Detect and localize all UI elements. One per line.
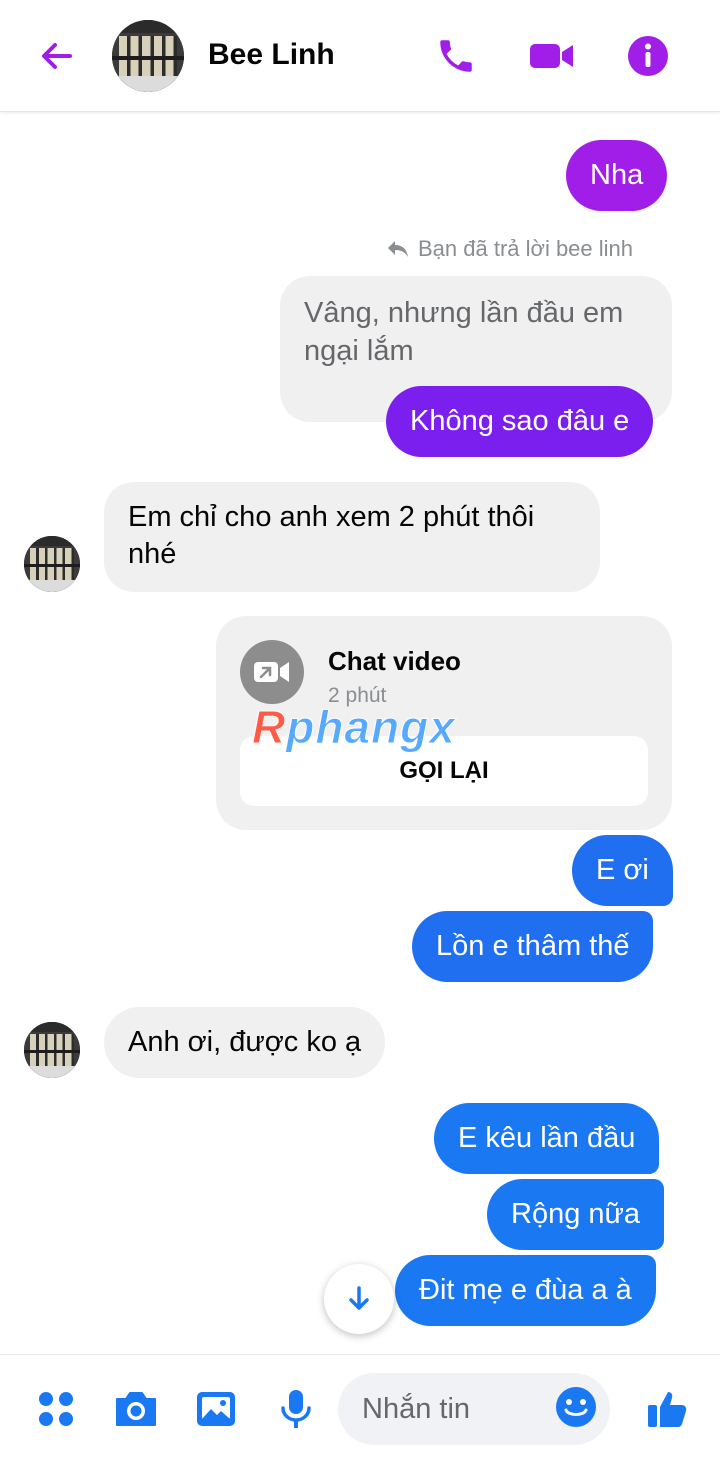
like-button[interactable] [644, 1385, 692, 1433]
gallery-button[interactable] [192, 1385, 240, 1433]
message-bubble-incoming[interactable]: Em chỉ cho anh xem 2 phút thôi nhé [104, 482, 600, 592]
video-camera-icon [530, 44, 573, 68]
info-button[interactable] [624, 32, 672, 80]
message-bubble-outgoing[interactable]: Nha [566, 140, 668, 211]
message-bubble-outgoing[interactable]: Rộng nữa [487, 1179, 665, 1250]
contact-avatar[interactable] [112, 20, 184, 92]
call-title: Chat video [328, 646, 461, 676]
scroll-to-bottom-button[interactable] [324, 1264, 394, 1334]
sender-avatar[interactable] [24, 536, 80, 592]
chat-header: Bee Linh [0, 0, 720, 112]
message-bubble-outgoing[interactable]: Không sao đâu e [386, 386, 654, 457]
message-bubble-outgoing[interactable]: E ơi [572, 835, 673, 906]
message-bubble-outgoing[interactable]: Lồn e thâm thế [412, 911, 654, 982]
message-bubble-outgoing[interactable]: Đit mẹ e đùa a à [395, 1255, 656, 1326]
contact-name[interactable]: Bee Linh [208, 38, 335, 72]
audio-call-button[interactable] [432, 32, 480, 80]
back-arrow-icon [42, 43, 72, 69]
info-icon [628, 36, 668, 76]
reply-arrow-icon [388, 241, 408, 257]
reply-note: Bạn đã trả lời bee linh [386, 236, 633, 262]
reply-note-text: Bạn đã trả lời bee linh [418, 236, 634, 261]
missed-video-call-icon [240, 640, 304, 704]
voice-button[interactable] [272, 1385, 320, 1433]
arrow-down-icon [349, 1286, 369, 1310]
apps-button[interactable] [32, 1385, 80, 1433]
four-dots-icon [39, 1392, 73, 1426]
image-icon [197, 1392, 235, 1426]
thumbs-up-icon [648, 1392, 687, 1427]
video-call-button[interactable] [528, 32, 576, 80]
emoji-button[interactable] [552, 1383, 600, 1431]
smiley-icon [556, 1387, 596, 1427]
sender-avatar[interactable] [24, 1022, 80, 1078]
camera-icon [116, 1392, 156, 1426]
microphone-icon [281, 1390, 311, 1428]
message-composer [0, 1354, 720, 1459]
message-bubble-outgoing[interactable]: E kêu lần đầu [434, 1103, 660, 1174]
watermark-logo: Rphangx [251, 701, 456, 754]
message-bubble-incoming[interactable]: Anh ơi, được ko ạ [104, 1007, 386, 1078]
camera-button[interactable] [112, 1385, 160, 1433]
phone-icon [440, 40, 472, 72]
back-button[interactable] [30, 30, 82, 82]
